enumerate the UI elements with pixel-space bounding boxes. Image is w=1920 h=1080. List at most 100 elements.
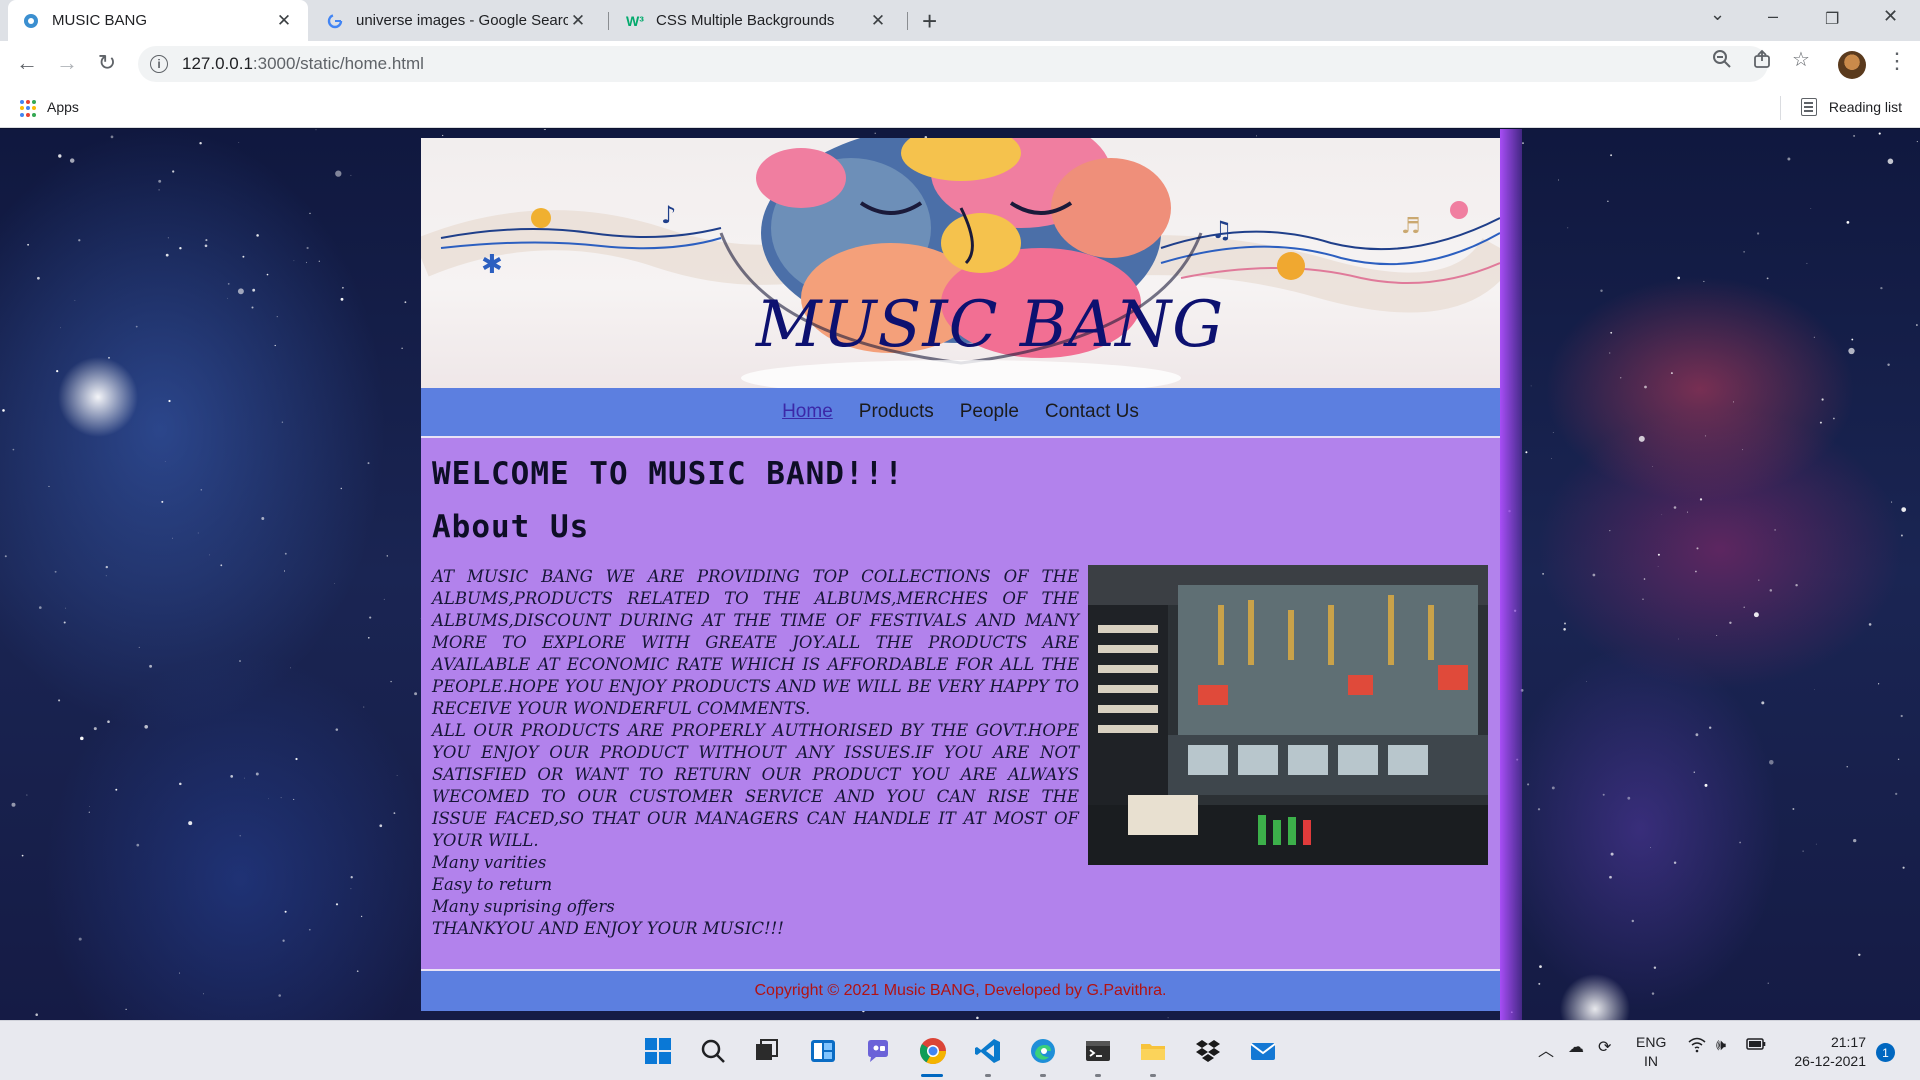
battery-icon[interactable] — [1746, 1037, 1766, 1056]
star — [1902, 866, 1905, 869]
star — [105, 575, 107, 577]
edge-icon[interactable] — [1026, 1034, 1060, 1068]
star — [58, 154, 62, 158]
star — [161, 500, 164, 503]
about-paragraph: AT MUSIC BANG WE ARE PROVIDING TOP COLLE… — [432, 567, 1079, 718]
star — [88, 811, 90, 813]
star — [1858, 953, 1861, 956]
star — [1558, 179, 1559, 181]
nav-link-contact-us[interactable]: Contact Us — [1045, 401, 1139, 423]
mail-icon[interactable] — [1246, 1034, 1280, 1068]
task-view-icon[interactable] — [750, 1034, 784, 1068]
tab-close-icon[interactable]: ✕ — [274, 11, 294, 31]
star — [1742, 449, 1744, 451]
star — [1916, 141, 1918, 143]
widgets-icon[interactable] — [806, 1034, 840, 1068]
svg-text:♪: ♪ — [661, 201, 676, 229]
nav-link-people[interactable]: People — [960, 401, 1019, 423]
welcome-heading: WELCOME TO MUSIC BAND!!! — [432, 456, 904, 492]
star — [202, 993, 205, 995]
page-viewport: ✱ ♪ ♫ ♬ MUSIC BANG Home Products People … — [0, 129, 1920, 1020]
sync-icon[interactable]: ⟳ — [1598, 1037, 1611, 1057]
profile-avatar[interactable] — [1838, 51, 1866, 79]
star — [1806, 262, 1808, 264]
dropbox-icon[interactable] — [1191, 1034, 1225, 1068]
star — [1848, 347, 1855, 355]
star — [1758, 579, 1760, 581]
menu-kebab-icon[interactable]: ⋮ — [1886, 48, 1908, 74]
wifi-icon[interactable] — [1688, 1037, 1706, 1058]
star — [1551, 786, 1555, 790]
new-tab-plus-icon[interactable]: + — [922, 6, 937, 37]
apps-grid-icon[interactable] — [20, 100, 37, 117]
star — [1609, 875, 1612, 879]
site-footer: Copyright © 2021 Music BANG, Developed b… — [421, 969, 1500, 1011]
star — [2, 409, 5, 412]
tab-close-icon[interactable]: ✕ — [868, 11, 888, 31]
reading-list-button[interactable]: Reading list — [1800, 98, 1902, 116]
star — [335, 903, 339, 906]
star — [256, 234, 259, 237]
star — [315, 129, 317, 131]
terminal-icon[interactable] — [1081, 1034, 1115, 1068]
minimize-icon[interactable]: – — [1768, 6, 1778, 27]
star — [110, 135, 114, 139]
close-window-icon[interactable]: ✕ — [1883, 6, 1898, 27]
star — [1810, 208, 1812, 209]
star — [1895, 792, 1898, 796]
notification-badge[interactable]: 1 — [1876, 1043, 1895, 1062]
star — [309, 212, 311, 215]
tab-google-search[interactable]: universe images - Google Search ✕ — [312, 0, 602, 41]
nav-link-products[interactable]: Products — [859, 401, 934, 423]
url-path: :3000/static/home.html — [252, 54, 424, 73]
input-language[interactable]: ENG IN — [1636, 1033, 1666, 1071]
onedrive-cloud-icon[interactable]: ☁ — [1568, 1037, 1584, 1057]
clock[interactable]: 21:17 26-12-2021 — [1786, 1033, 1866, 1071]
star — [335, 170, 342, 177]
zoom-icon[interactable] — [1712, 49, 1732, 75]
site-navigation: Home Products People Contact Us — [421, 388, 1500, 436]
star — [1552, 432, 1554, 433]
chrome-icon[interactable] — [916, 1034, 950, 1068]
star — [335, 728, 339, 731]
restore-icon[interactable]: ❐ — [1825, 9, 1839, 29]
volume-icon[interactable]: 🕪 — [1716, 1037, 1726, 1055]
address-bar[interactable]: i 127.0.0.1:3000/static/home.html — [138, 46, 1768, 82]
running-indicator — [1095, 1074, 1101, 1077]
star — [1761, 701, 1765, 705]
teams-chat-icon[interactable] — [861, 1034, 895, 1068]
share-icon[interactable] — [1752, 49, 1772, 75]
star — [1753, 612, 1759, 618]
tab-close-icon[interactable]: ✕ — [568, 11, 588, 31]
star — [278, 994, 281, 997]
tab-css-backgrounds[interactable]: W³ CSS Multiple Backgrounds ✕ — [612, 0, 902, 41]
show-hidden-icons-chevron[interactable]: ︿ — [1538, 1037, 1554, 1061]
tab-search-chevron-icon[interactable]: ⌄ — [1710, 4, 1725, 25]
file-explorer-icon[interactable] — [1136, 1034, 1170, 1068]
bookmark-divider — [1780, 96, 1781, 120]
back-arrow-icon[interactable]: ← — [12, 50, 42, 76]
apps-bookmark[interactable]: Apps — [47, 99, 79, 115]
star — [1853, 134, 1856, 137]
star — [4, 555, 7, 558]
star — [1887, 158, 1894, 165]
url-host: 127.0.0.1 — [182, 54, 253, 73]
reload-icon[interactable]: ↻ — [92, 50, 122, 76]
site-logo-title: MUSIC BANG — [756, 288, 1225, 362]
about-paragraph: ALL OUR PRODUCTS ARE PROPERLY AUTHORISED… — [432, 721, 1079, 850]
forward-arrow-icon[interactable]: → — [52, 50, 82, 76]
tab-music-bang[interactable]: MUSIC BANG ✕ — [8, 0, 308, 41]
region-code: IN — [1644, 1053, 1658, 1069]
site-info-icon[interactable]: i — [150, 55, 168, 73]
tab-divider — [907, 12, 908, 30]
website-container: ✱ ♪ ♫ ♬ MUSIC BANG Home Products People … — [421, 138, 1500, 1011]
search-icon[interactable] — [696, 1034, 730, 1068]
star — [220, 564, 223, 567]
bookmark-star-icon[interactable]: ☆ — [1792, 47, 1810, 72]
reading-list-label: Reading list — [1828, 99, 1902, 115]
reading-list-icon — [1800, 98, 1817, 116]
windows-start-icon[interactable] — [641, 1034, 675, 1068]
vscode-icon[interactable] — [971, 1034, 1005, 1068]
star — [360, 915, 363, 918]
nav-link-home[interactable]: Home — [782, 401, 833, 423]
